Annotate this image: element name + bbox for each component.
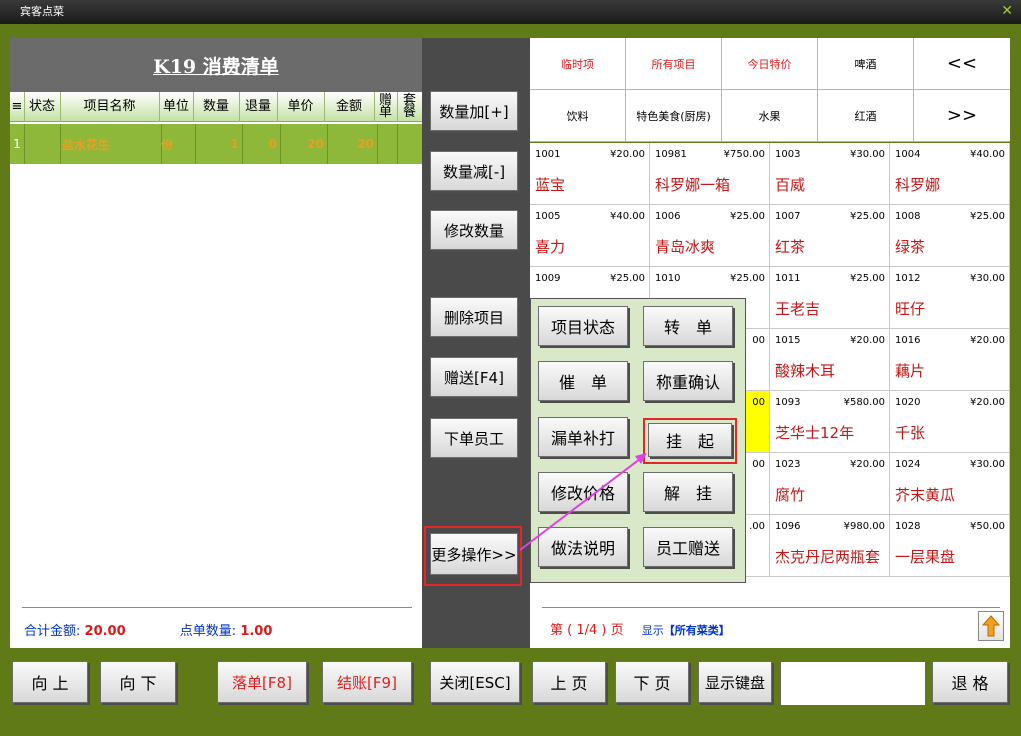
close-button[interactable]: 关闭[ESC] [430, 661, 520, 703]
show-keyboard-button[interactable]: 显示键盘 [698, 661, 772, 703]
down-button[interactable]: 向 下 [100, 661, 176, 703]
up-button[interactable]: 向 上 [12, 661, 88, 703]
checkout-button[interactable]: 结账[F9] [322, 661, 412, 703]
backspace-button[interactable]: 退 格 [932, 661, 1008, 703]
annotation-arrow [519, 453, 647, 551]
place-order-button[interactable]: 落单[F8] [217, 661, 307, 703]
prev-page-button[interactable]: 上 页 [532, 661, 606, 703]
search-input[interactable] [780, 661, 926, 706]
next-page-button[interactable]: 下 页 [615, 661, 689, 703]
